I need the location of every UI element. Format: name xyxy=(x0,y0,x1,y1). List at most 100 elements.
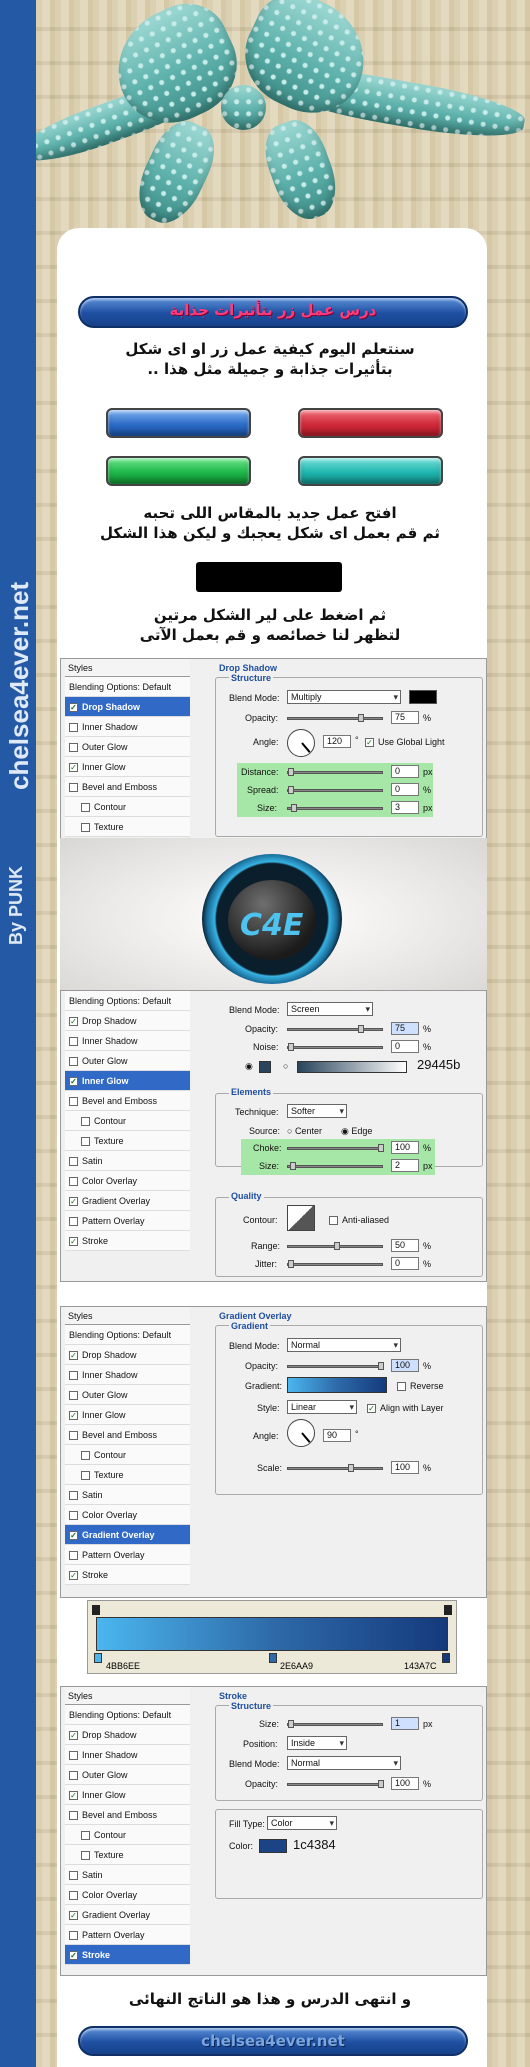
style-item[interactable]: Contour xyxy=(65,1111,190,1131)
style-item[interactable]: ✓ Gradient Overlay xyxy=(65,1191,190,1211)
style-item[interactable]: Bevel and Emboss xyxy=(65,1425,190,1445)
jitter-slider[interactable] xyxy=(287,1260,383,1268)
style-item[interactable]: Blending Options: Default xyxy=(65,677,190,697)
distance-field[interactable]: 0 xyxy=(391,765,419,778)
size-slider[interactable] xyxy=(287,804,383,812)
style-item[interactable]: Pattern Overlay xyxy=(65,1925,190,1945)
style-item[interactable]: Satin xyxy=(65,1485,190,1505)
blend-mode-select[interactable]: Screen xyxy=(287,1002,373,1016)
style-item[interactable]: Blending Options: Default xyxy=(65,1325,190,1345)
angle-dial[interactable] xyxy=(287,1419,315,1447)
style-item[interactable]: Contour xyxy=(65,1445,190,1465)
glow-gradient-swatch[interactable] xyxy=(297,1061,407,1073)
opacity-slider[interactable] xyxy=(287,714,383,722)
style-item[interactable]: Color Overlay xyxy=(65,1885,190,1905)
opacity-stop-left[interactable] xyxy=(92,1605,100,1615)
style-item[interactable]: Color Overlay xyxy=(65,1171,190,1191)
size-field[interactable]: 2 xyxy=(391,1159,419,1172)
shadow-color-swatch[interactable] xyxy=(409,690,437,704)
style-item[interactable]: Outer Glow xyxy=(65,1051,190,1071)
opacity-slider[interactable] xyxy=(287,1025,383,1033)
style-item[interactable]: Pattern Overlay xyxy=(65,1211,190,1231)
style-item[interactable]: Outer Glow xyxy=(65,737,190,757)
distance-slider[interactable] xyxy=(287,768,383,776)
blend-mode-select[interactable]: Normal xyxy=(287,1338,401,1352)
style-item[interactable]: Blending Options: Default xyxy=(65,991,190,1011)
anti-aliased-checkbox[interactable]: Anti-aliased xyxy=(329,1215,389,1226)
contour-preview[interactable] xyxy=(287,1205,315,1231)
style-item[interactable]: Bevel and Emboss xyxy=(65,1091,190,1111)
opacity-field[interactable]: 100 xyxy=(391,1359,419,1372)
style-item[interactable]: Inner Shadow xyxy=(65,1031,190,1051)
opacity-field[interactable]: 100 xyxy=(391,1777,419,1790)
reverse-checkbox[interactable]: Reverse xyxy=(397,1381,444,1392)
color-stop-2[interactable] xyxy=(269,1653,277,1663)
style-item[interactable]: Blending Options: Default xyxy=(65,1705,190,1725)
noise-field[interactable]: 0 xyxy=(391,1040,419,1053)
style-item[interactable]: ✓ Inner Glow xyxy=(65,1785,190,1805)
style-item[interactable]: Bevel and Emboss xyxy=(65,777,190,797)
style-item-inner-glow[interactable]: ✓ Inner Glow xyxy=(65,1071,190,1091)
style-item[interactable]: Outer Glow xyxy=(65,1385,190,1405)
style-item[interactable]: Inner Shadow xyxy=(65,1745,190,1765)
gradient-bar[interactable] xyxy=(96,1617,448,1651)
style-item[interactable]: Bevel and Emboss xyxy=(65,1805,190,1825)
style-item[interactable]: Inner Shadow xyxy=(65,1365,190,1385)
style-item[interactable]: Color Overlay xyxy=(65,1505,190,1525)
size-slider[interactable] xyxy=(287,1720,383,1728)
style-item[interactable]: Outer Glow xyxy=(65,1765,190,1785)
choke-field[interactable]: 100 xyxy=(391,1141,419,1154)
style-item-gradient-overlay[interactable]: ✓ Gradient Overlay xyxy=(65,1525,190,1545)
global-light-checkbox[interactable]: ✓ Use Global Light xyxy=(365,737,445,748)
style-item[interactable]: ✓ Stroke xyxy=(65,1565,190,1585)
style-item[interactable]: Texture xyxy=(65,1845,190,1865)
blend-mode-select[interactable]: Multiply xyxy=(287,690,401,704)
position-select[interactable]: Inside xyxy=(287,1736,347,1750)
style-item[interactable]: Texture xyxy=(65,817,190,837)
style-item[interactable]: ✓ Stroke xyxy=(65,1231,190,1251)
gradient-preview[interactable] xyxy=(287,1377,387,1393)
scale-field[interactable]: 100 xyxy=(391,1461,419,1474)
size-field[interactable]: 3 xyxy=(391,801,419,814)
stroke-color-swatch[interactable] xyxy=(259,1839,287,1853)
source-center-radio[interactable]: ○ Center xyxy=(287,1126,322,1136)
choke-slider[interactable] xyxy=(287,1144,384,1152)
jitter-field[interactable]: 0 xyxy=(391,1257,419,1270)
angle-field[interactable]: 90 xyxy=(323,1429,351,1442)
align-checkbox[interactable]: ✓ Align with Layer xyxy=(367,1403,444,1414)
style-item[interactable]: Satin xyxy=(65,1865,190,1885)
style-item[interactable]: ✓ Inner Glow xyxy=(65,1405,190,1425)
fill-type-select[interactable]: Color xyxy=(267,1816,337,1830)
range-slider[interactable] xyxy=(287,1242,383,1250)
style-item[interactable]: Texture xyxy=(65,1131,190,1151)
opacity-field[interactable]: 75 xyxy=(391,711,419,724)
style-item-stroke[interactable]: ✓ Stroke xyxy=(65,1945,190,1965)
angle-field[interactable]: 120 xyxy=(323,735,351,748)
style-item[interactable]: Pattern Overlay xyxy=(65,1545,190,1565)
color-stop-3[interactable] xyxy=(442,1653,450,1663)
scale-slider[interactable] xyxy=(287,1464,383,1472)
opacity-slider[interactable] xyxy=(287,1780,384,1788)
style-item[interactable]: Contour xyxy=(65,1825,190,1845)
style-item[interactable]: ✓ Gradient Overlay xyxy=(65,1905,190,1925)
color-radio[interactable]: ◉ xyxy=(245,1061,253,1072)
color-stop-1[interactable] xyxy=(94,1653,102,1663)
spread-slider[interactable] xyxy=(287,786,383,794)
opacity-field[interactable]: 75 xyxy=(391,1022,419,1035)
opacity-stop-right[interactable] xyxy=(444,1605,452,1615)
style-item[interactable]: Inner Shadow xyxy=(65,717,190,737)
style-item[interactable]: Texture xyxy=(65,1465,190,1485)
opacity-slider[interactable] xyxy=(287,1362,384,1370)
size-field[interactable]: 1 xyxy=(391,1717,419,1730)
source-edge-radio[interactable]: ◉ Edge xyxy=(341,1126,372,1137)
technique-select[interactable]: Softer xyxy=(287,1104,347,1118)
spread-field[interactable]: 0 xyxy=(391,783,419,796)
style-item[interactable]: ✓ Inner Glow xyxy=(65,757,190,777)
style-item[interactable]: ✓ Drop Shadow xyxy=(65,1345,190,1365)
style-select[interactable]: Linear xyxy=(287,1400,357,1414)
style-item[interactable]: ✓ Drop Shadow xyxy=(65,1725,190,1745)
style-item[interactable]: Contour xyxy=(65,797,190,817)
glow-color-swatch[interactable] xyxy=(259,1061,271,1073)
range-field[interactable]: 50 xyxy=(391,1239,419,1252)
style-item[interactable]: Satin xyxy=(65,1151,190,1171)
